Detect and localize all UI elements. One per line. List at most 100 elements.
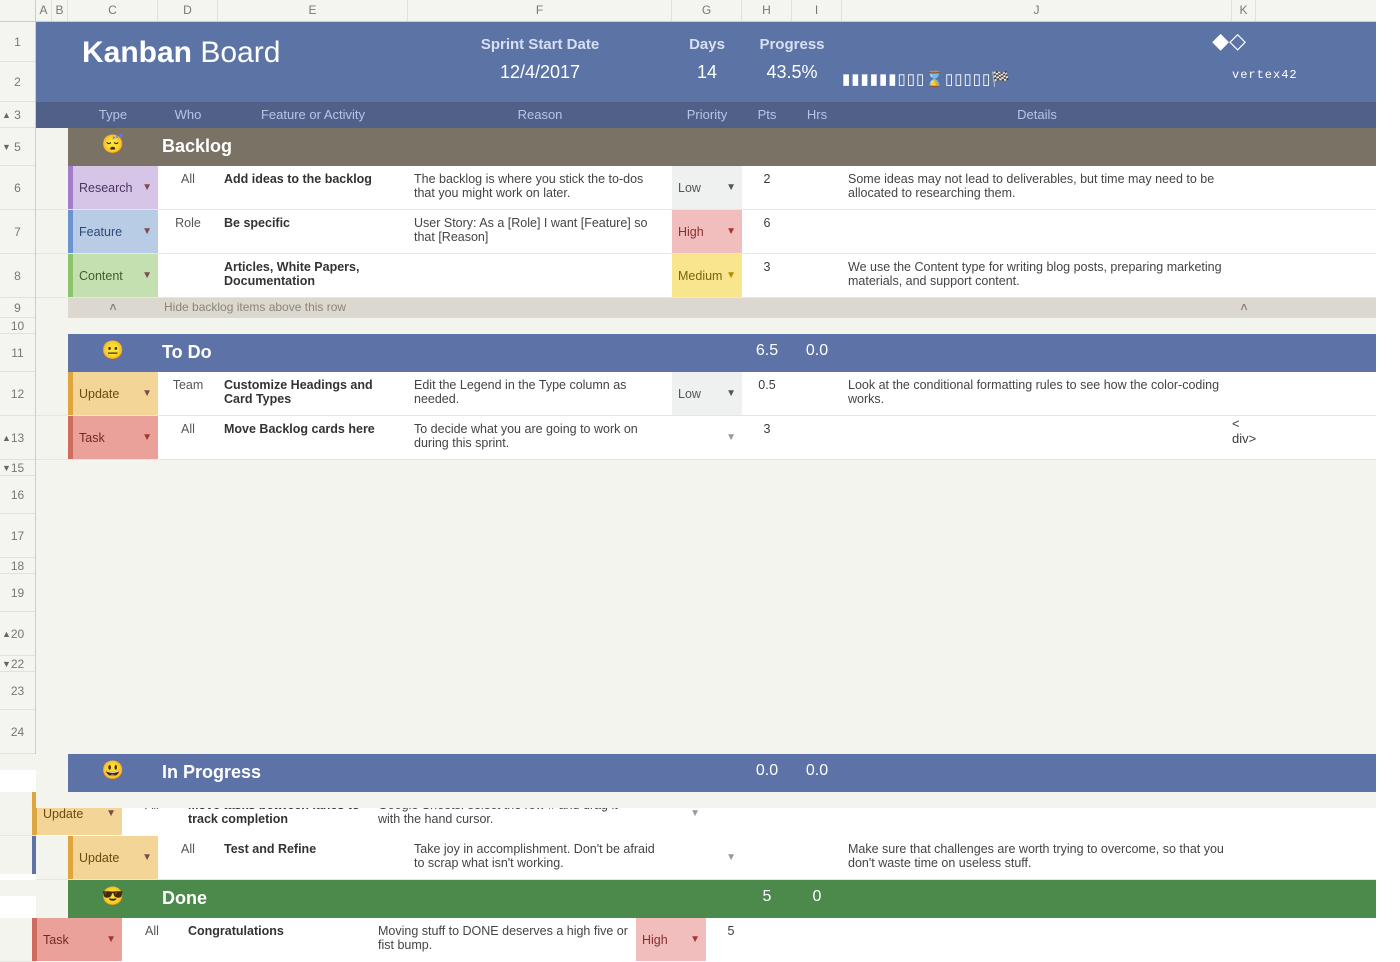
hrs-cell[interactable] bbox=[756, 918, 806, 961]
who-cell[interactable]: Team bbox=[158, 372, 218, 415]
priority-dropdown[interactable]: ▼ bbox=[672, 416, 742, 459]
rowhdr-12[interactable]: 12 bbox=[0, 372, 35, 416]
type-dropdown[interactable]: Update▼ bbox=[68, 836, 158, 879]
who-cell[interactable]: All bbox=[158, 416, 218, 459]
rowhdr-8[interactable]: 8 bbox=[0, 254, 35, 298]
rowhdr-17[interactable]: 17 bbox=[0, 514, 35, 558]
priority-dropdown[interactable]: Medium▼ bbox=[672, 254, 742, 297]
rowhdr-23[interactable]: 23 bbox=[0, 672, 35, 710]
rowhdr-16[interactable]: 16 bbox=[0, 476, 35, 514]
reason-cell[interactable]: Take joy in accomplishment. Don't be afr… bbox=[408, 836, 672, 879]
hrs-cell[interactable] bbox=[792, 166, 842, 209]
priority-dropdown[interactable]: High▼ bbox=[672, 210, 742, 253]
rowhdr-18[interactable]: 18 bbox=[0, 558, 35, 574]
details-cell[interactable]: Make sure that challenges are worth tryi… bbox=[842, 836, 1232, 879]
type-dropdown[interactable]: Research▼ bbox=[68, 166, 158, 209]
colhdr-E[interactable]: E bbox=[218, 0, 408, 21]
collapse-down-icon[interactable]: ▲ bbox=[2, 629, 11, 639]
card-row[interactable]: Content▼ Articles, White Papers, Documen… bbox=[36, 254, 1376, 298]
feature-cell[interactable]: Be specific bbox=[218, 210, 408, 253]
rowhdr-1[interactable]: 1 bbox=[0, 22, 35, 62]
reason-cell[interactable]: The backlog is where you stick the to-do… bbox=[408, 166, 672, 209]
rowhdr-15[interactable]: ▼15 bbox=[0, 460, 35, 476]
colhdr-K[interactable]: K bbox=[1232, 0, 1256, 21]
collapse-down-icon[interactable]: ▲ bbox=[2, 433, 11, 443]
rowhdr-10[interactable]: 10 bbox=[0, 318, 35, 334]
rowhdr-2[interactable]: 2 bbox=[0, 62, 35, 102]
colhdr-G[interactable]: G bbox=[672, 0, 742, 21]
hrs-cell[interactable] bbox=[792, 836, 842, 879]
hrs-cell[interactable] bbox=[792, 416, 842, 459]
feature-cell[interactable]: Customize Headings and Card Types bbox=[218, 372, 408, 415]
rowhdr-6[interactable]: 6 bbox=[0, 166, 35, 210]
details-cell[interactable] bbox=[806, 918, 1196, 961]
colhdr-H[interactable]: H bbox=[742, 0, 792, 21]
who-cell[interactable] bbox=[158, 254, 218, 297]
pts-cell[interactable] bbox=[742, 836, 792, 879]
priority-dropdown[interactable]: ▼ bbox=[672, 836, 742, 879]
feature-cell[interactable]: Congratulations bbox=[182, 918, 372, 961]
collapse-up-icon[interactable]: ▼ bbox=[2, 659, 11, 669]
hrs-cell[interactable] bbox=[792, 254, 842, 297]
card-row[interactable]: Task▼ All Move Backlog cards here To dec… bbox=[36, 416, 1376, 460]
hrs-cell[interactable] bbox=[792, 372, 842, 415]
rowhdr-24[interactable]: 24 bbox=[0, 710, 35, 754]
collapse-down-icon[interactable]: ▲ bbox=[2, 110, 11, 120]
card-row[interactable]: Update▼ All Move tasks between lanes to … bbox=[0, 792, 36, 836]
who-cell[interactable]: All bbox=[158, 836, 218, 879]
rowhdr-3[interactable]: ▲3 bbox=[0, 102, 35, 128]
colhdr-F[interactable]: F bbox=[408, 0, 672, 21]
feature-cell[interactable]: Add ideas to the backlog bbox=[218, 166, 408, 209]
feature-cell[interactable]: Move Backlog cards here bbox=[218, 416, 408, 459]
who-cell[interactable]: All bbox=[122, 918, 182, 961]
details-cell[interactable] bbox=[842, 416, 1232, 459]
priority-dropdown[interactable]: Low▼ bbox=[672, 372, 742, 415]
colhdr-B[interactable]: B bbox=[52, 0, 68, 21]
rowhdr-11[interactable]: 11 bbox=[0, 334, 35, 372]
collapse-up-icon[interactable]: ▼ bbox=[2, 142, 11, 152]
colhdr-C[interactable]: C bbox=[68, 0, 158, 21]
rowhdr-19[interactable]: 19 bbox=[0, 574, 35, 612]
card-row[interactable]: Update▼ Team Customize Headings and Card… bbox=[36, 372, 1376, 416]
type-dropdown[interactable]: Update▼ bbox=[68, 372, 158, 415]
rowhdr-22[interactable]: ▼22 bbox=[0, 656, 35, 672]
hrs-cell[interactable] bbox=[792, 210, 842, 253]
hide-backlog-row[interactable]: ˄ Hide backlog items above this row ˄ bbox=[36, 298, 1376, 318]
colhdr-D[interactable]: D bbox=[158, 0, 218, 21]
type-dropdown[interactable]: Task▼ bbox=[68, 416, 158, 459]
details-cell[interactable]: Some ideas may not lead to deliverables,… bbox=[842, 166, 1232, 209]
pts-cell[interactable]: 2 bbox=[742, 166, 792, 209]
who-cell[interactable]: All bbox=[158, 166, 218, 209]
reason-cell[interactable] bbox=[408, 254, 672, 297]
reason-cell[interactable]: Edit the Legend in the Type column as ne… bbox=[408, 372, 672, 415]
reason-cell[interactable]: To decide what you are going to work on … bbox=[408, 416, 672, 459]
details-cell[interactable]: Look at the conditional formatting rules… bbox=[842, 372, 1232, 415]
card-row[interactable]: Feature▼ Role Be specific User Story: As… bbox=[36, 210, 1376, 254]
feature-cell[interactable]: Test and Refine bbox=[218, 836, 408, 879]
details-cell[interactable] bbox=[842, 210, 1232, 253]
rowhdr-13[interactable]: ▲13 bbox=[0, 416, 35, 460]
colhdr-J[interactable]: J bbox=[842, 0, 1232, 21]
card-row[interactable]: Research▼ All Add ideas to the backlog T… bbox=[36, 166, 1376, 210]
rowhdr-7[interactable]: 7 bbox=[0, 210, 35, 254]
priority-dropdown[interactable]: Low▼ bbox=[672, 166, 742, 209]
reason-cell[interactable]: User Story: As a [Role] I want [Feature]… bbox=[408, 210, 672, 253]
rowhdr-20[interactable]: ▲20 bbox=[0, 612, 35, 656]
pts-cell[interactable]: 0.5 bbox=[742, 372, 792, 415]
details-cell[interactable]: We use the Content type for writing blog… bbox=[842, 254, 1232, 297]
pts-cell[interactable]: 3 bbox=[742, 254, 792, 297]
type-dropdown[interactable]: Task▼ bbox=[32, 918, 122, 961]
type-dropdown[interactable]: Content▼ bbox=[68, 254, 158, 297]
card-row[interactable]: Update▼ All Test and Refine Take joy in … bbox=[36, 836, 1376, 880]
type-dropdown[interactable]: Feature▼ bbox=[68, 210, 158, 253]
rowhdr-5[interactable]: ▼5 bbox=[0, 128, 35, 166]
collapse-up-icon[interactable]: ▼ bbox=[2, 463, 11, 473]
pts-cell[interactable]: 6 bbox=[742, 210, 792, 253]
feature-cell[interactable]: Articles, White Papers, Documentation bbox=[218, 254, 408, 297]
who-cell[interactable]: Role bbox=[158, 210, 218, 253]
reason-cell[interactable]: Moving stuff to DONE deserves a high fiv… bbox=[372, 918, 636, 961]
pts-cell[interactable]: 3 bbox=[742, 416, 792, 459]
pts-cell[interactable]: 5 bbox=[706, 918, 756, 961]
colhdr-I[interactable]: I bbox=[792, 0, 842, 21]
priority-dropdown[interactable]: High▼ bbox=[636, 918, 706, 961]
